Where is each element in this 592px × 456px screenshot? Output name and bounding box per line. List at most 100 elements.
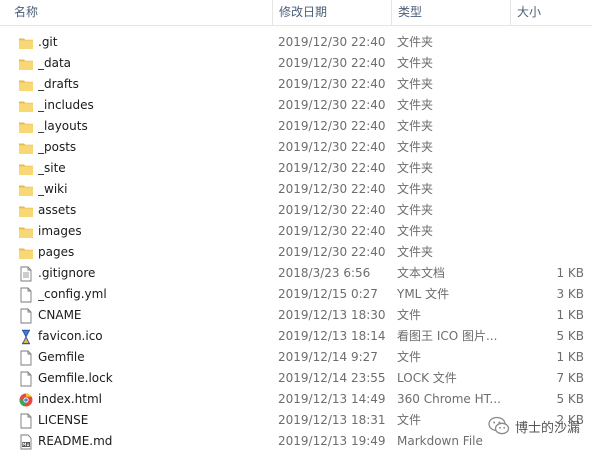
file-name: _drafts	[38, 77, 79, 91]
file-type: 360 Chrome HT...	[397, 392, 501, 406]
file-row[interactable]: _wiki 2019/12/30 22:40 文件夹	[0, 179, 592, 200]
file-type: 文件夹	[397, 98, 434, 112]
file-modified-date: 2019/12/30 22:40	[278, 35, 386, 49]
file-size: 7 KB	[556, 371, 584, 385]
text-file-icon	[18, 266, 34, 282]
file-modified-date: 2019/12/14 23:55	[278, 371, 386, 385]
file-row[interactable]: _site 2019/12/30 22:40 文件夹	[0, 158, 592, 179]
folder-icon	[18, 245, 34, 261]
wechat-logo-icon	[488, 416, 510, 435]
file-size: 1 KB	[556, 350, 584, 364]
file-name: README.md	[38, 434, 113, 448]
file-name: assets	[38, 203, 77, 217]
file-modified-date: 2019/12/30 22:40	[278, 161, 386, 175]
file-type: 文件夹	[397, 161, 434, 175]
file-size: 1 KB	[556, 266, 584, 280]
file-name: LICENSE	[38, 413, 89, 427]
folder-icon	[18, 203, 34, 219]
file-modified-date: 2019/12/13 18:14	[278, 329, 386, 343]
file-type: 文件夹	[397, 140, 434, 154]
file-row[interactable]: _layouts 2019/12/30 22:40 文件夹	[0, 116, 592, 137]
file-row[interactable]: _drafts 2019/12/30 22:40 文件夹	[0, 74, 592, 95]
file-modified-date: 2019/12/30 22:40	[278, 224, 386, 238]
file-row[interactable]: _config.yml 2019/12/15 0:27 YML 文件 3 KB	[0, 284, 592, 305]
file-name: CNAME	[38, 308, 82, 322]
file-row[interactable]: _data 2019/12/30 22:40 文件夹	[0, 53, 592, 74]
file-name: _wiki	[38, 182, 68, 196]
folder-icon	[18, 182, 34, 198]
sort-arrow-icon: ^	[134, 0, 142, 5]
file-modified-date: 2019/12/13 18:31	[278, 413, 386, 427]
column-header-type[interactable]: 类型	[391, 0, 509, 25]
file-modified-date: 2019/12/13 18:30	[278, 308, 386, 322]
file-type: 文件夹	[397, 35, 434, 49]
file-icon	[18, 350, 34, 366]
file-type: 文件夹	[397, 77, 434, 91]
file-modified-date: 2019/12/30 22:40	[278, 140, 386, 154]
file-name: _posts	[38, 140, 77, 154]
file-row[interactable]: CNAME 2019/12/13 18:30 文件 1 KB	[0, 305, 592, 326]
file-modified-date: 2019/12/30 22:40	[278, 98, 386, 112]
folder-icon	[18, 56, 34, 72]
file-icon	[18, 371, 34, 387]
file-modified-date: 2019/12/30 22:40	[278, 119, 386, 133]
file-row[interactable]: index.html 2019/12/13 14:49 360 Chrome HT.…	[0, 389, 592, 410]
file-type: 文件夹	[397, 203, 434, 217]
file-row[interactable]: images 2019/12/30 22:40 文件夹	[0, 221, 592, 242]
file-modified-date: 2019/12/13 14:49	[278, 392, 386, 406]
file-type: 看图王 ICO 图片...	[397, 329, 498, 343]
column-header: 名称 ^ 修改日期 类型 大小	[0, 0, 592, 26]
file-row[interactable]: favicon.ico 2019/12/13 18:14 看图王 ICO 图片...…	[0, 326, 592, 347]
file-type: 文本文档	[397, 266, 446, 280]
file-name: _includes	[38, 98, 94, 112]
file-name: _config.yml	[38, 287, 107, 301]
file-row[interactable]: assets 2019/12/30 22:40 文件夹	[0, 200, 592, 221]
file-modified-date: 2019/12/30 22:40	[278, 245, 386, 259]
folder-icon	[18, 35, 34, 51]
folder-icon	[18, 77, 34, 93]
column-header-name[interactable]: 名称	[14, 0, 270, 25]
file-row[interactable]: Gemfile.lock 2019/12/14 23:55 LOCK 文件 7 KB	[0, 368, 592, 389]
file-modified-date: 2019/12/30 22:40	[278, 203, 386, 217]
file-icon	[18, 287, 34, 303]
folder-icon	[18, 140, 34, 156]
file-row[interactable]: .git 2019/12/30 22:40 文件夹	[0, 32, 592, 53]
file-size: 1 KB	[556, 308, 584, 322]
watermark-text: 博士的沙漏	[514, 420, 580, 436]
column-header-date[interactable]: 修改日期	[272, 0, 390, 25]
column-header-date-label: 修改日期	[279, 5, 328, 19]
file-name: _data	[38, 56, 72, 70]
file-name: favicon.ico	[38, 329, 103, 343]
file-name: Gemfile	[38, 350, 85, 364]
file-size: 3 KB	[556, 287, 584, 301]
file-icon	[18, 308, 34, 324]
file-modified-date: 2018/3/23 6:56	[278, 266, 371, 280]
file-explorer: 名称 ^ 修改日期 类型 大小 .git 2019/12/30 22:40 文件夹 _…	[0, 0, 592, 456]
file-row[interactable]: Gemfile 2019/12/14 9:27 文件 1 KB	[0, 347, 592, 368]
file-row[interactable]: .gitignore 2018/3/23 6:56 文本文档 1 KB	[0, 263, 592, 284]
file-type: LOCK 文件	[397, 371, 457, 385]
file-row[interactable]: _includes 2019/12/30 22:40 文件夹	[0, 95, 592, 116]
file-name: index.html	[38, 392, 102, 406]
file-modified-date: 2019/12/30 22:40	[278, 56, 386, 70]
file-size: 5 KB	[556, 392, 584, 406]
file-size: 5 KB	[556, 329, 584, 343]
file-name: .git	[38, 35, 58, 49]
file-name: images	[38, 224, 82, 238]
column-header-size-label: 大小	[517, 5, 542, 19]
column-header-size[interactable]: 大小	[510, 0, 592, 25]
column-header-name-label: 名称	[14, 5, 39, 19]
folder-icon	[18, 161, 34, 177]
markdown-file-icon	[18, 434, 34, 450]
file-name: .gitignore	[38, 266, 96, 280]
file-name: _layouts	[38, 119, 88, 133]
file-row[interactable]: pages 2019/12/30 22:40 文件夹	[0, 242, 592, 263]
file-modified-date: 2019/12/13 19:49	[278, 434, 386, 448]
file-row[interactable]: _posts 2019/12/30 22:40 文件夹	[0, 137, 592, 158]
file-modified-date: 2019/12/30 22:40	[278, 182, 386, 196]
file-list: .git 2019/12/30 22:40 文件夹 _data 2019/12/30 2…	[0, 32, 592, 452]
file-type: 文件夹	[397, 245, 434, 259]
file-icon	[18, 413, 34, 429]
folder-icon	[18, 98, 34, 114]
file-type: 文件夹	[397, 56, 434, 70]
